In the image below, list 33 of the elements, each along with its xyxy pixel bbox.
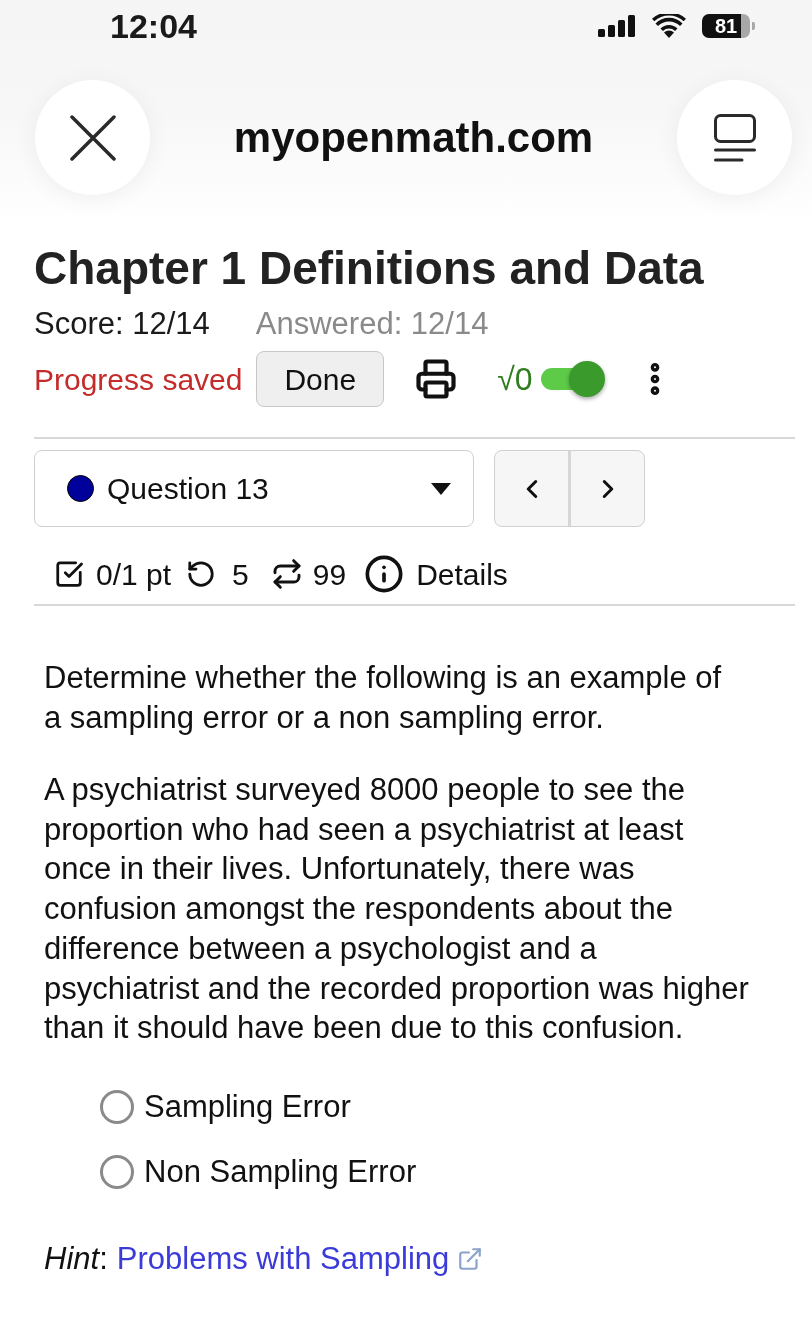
save-status: Progress saved [34,361,243,398]
radio-button[interactable] [100,1089,134,1124]
page-url: myopenmath.com [232,113,595,163]
hint-label: Hint: [44,1239,108,1278]
signal-icon [598,15,636,37]
answer-option[interactable]: Non Sampling Error [100,1146,795,1197]
print-icon[interactable] [415,358,458,400]
score-text: Score: 12/14 [34,306,210,342]
done-button[interactable]: Done [256,351,385,407]
wifi-icon [652,14,686,38]
status-time: 12:04 [110,9,197,43]
versions-count: 99 [312,556,347,593]
question-paragraph: A psychiatrist surveyed 8000 people to see the proportion who had seen a psychiatrist at least once in their lives. Unfortunately, there was confusion amongst the respondents about the difference between a psychologist and a psychiatrist and the recorded proportion was higher than it should have been due to this confusion. [44,771,750,1048]
close-icon [69,114,116,161]
math-toggle-label: √0 [497,360,533,399]
tab-overview-icon [713,113,756,162]
answered-text: Answered: 12/14 [255,306,489,342]
hint-link[interactable]: Problems with Sampling [116,1235,484,1283]
retry-icon [186,559,217,589]
external-link-icon [457,1245,484,1272]
math-toggle-switch[interactable] [540,360,605,398]
assessment-title: Chapter 1 Definitions and Data [34,241,705,296]
radio-button[interactable] [100,1154,134,1189]
info-icon [364,554,405,594]
battery-indicator: 81 [702,14,755,38]
checkbox-icon [54,559,84,589]
details-button[interactable]: Details [364,551,508,597]
caret-icon [431,482,451,495]
question-paragraph: Determine whether the following is an example of a sampling error or a non sampling error. [44,659,723,737]
answer-option[interactable]: Sampling Error [100,1081,795,1132]
question-select[interactable]: Question 13 [34,450,474,527]
points-text: 0/1 pt [96,556,172,593]
tries-count: 5 [232,556,249,593]
